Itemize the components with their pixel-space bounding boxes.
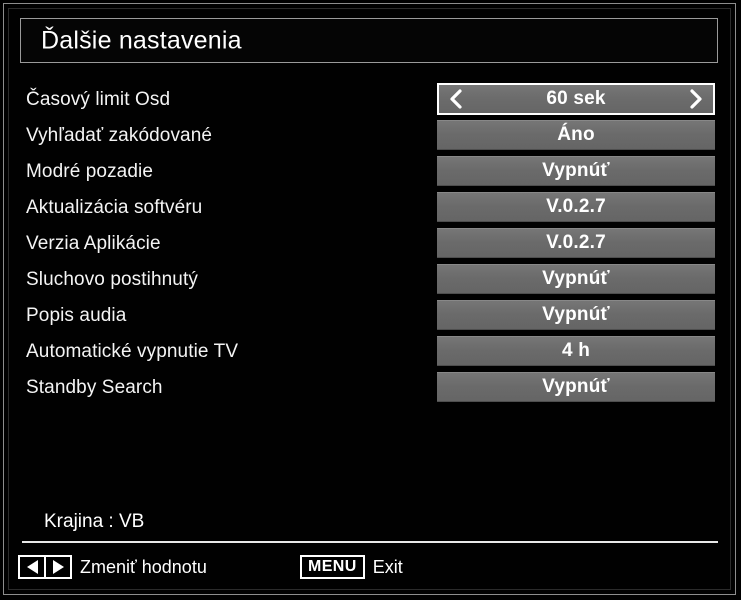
- setting-value: Vypnúť: [542, 268, 610, 289]
- page-title: Ďalšie nastavenia: [41, 26, 242, 54]
- setting-row[interactable]: Sluchovo postihnutý Vypnúť: [0, 262, 741, 298]
- setting-value: Áno: [557, 124, 595, 145]
- footer-hints: Zmeniť hodnotu MENU Exit: [0, 554, 741, 584]
- setting-value: 60 sek: [546, 88, 606, 109]
- chevron-right-icon[interactable]: [687, 88, 705, 110]
- setting-label: Sluchovo postihnutý: [26, 269, 198, 290]
- arrow-keys-group[interactable]: [18, 555, 72, 579]
- setting-value-box[interactable]: Vypnúť: [437, 372, 715, 402]
- setting-value-box[interactable]: Áno: [437, 120, 715, 150]
- setting-label: Vyhľadať zakódované: [26, 125, 213, 146]
- setting-value: V.0.2.7: [546, 196, 606, 217]
- arrow-right-icon[interactable]: [44, 557, 70, 577]
- setting-label: Modré pozadie: [26, 161, 153, 182]
- setting-row[interactable]: Automatické vypnutie TV 4 h: [0, 334, 741, 370]
- hint-change-value: Zmeniť hodnotu: [18, 554, 207, 580]
- setting-value: Vypnúť: [542, 304, 610, 325]
- setting-row[interactable]: Aktualizácia softvéru V.0.2.7: [0, 190, 741, 226]
- setting-label: Verzia Aplikácie: [26, 233, 161, 254]
- country-status: Krajina : VB: [44, 511, 145, 532]
- menu-key-button[interactable]: MENU: [300, 555, 365, 579]
- setting-value: V.0.2.7: [546, 232, 606, 253]
- change-value-label: Zmeniť hodnotu: [80, 556, 207, 577]
- tv-osd-screen: Ďalšie nastavenia Časový limit Osd 60 sek…: [0, 0, 741, 600]
- setting-value: Vypnúť: [542, 376, 610, 397]
- setting-row[interactable]: Verzia Aplikácie V.0.2.7: [0, 226, 741, 262]
- setting-row[interactable]: Modré pozadie Vypnúť: [0, 154, 741, 190]
- setting-row[interactable]: Časový limit Osd 60 sek: [0, 82, 741, 118]
- setting-label: Časový limit Osd: [26, 89, 171, 110]
- footer-divider: [22, 541, 718, 543]
- setting-label: Aktualizácia softvéru: [26, 197, 203, 218]
- setting-value: Vypnúť: [542, 160, 610, 181]
- setting-value-box[interactable]: 4 h: [437, 336, 715, 366]
- setting-value-box[interactable]: Vypnúť: [437, 300, 715, 330]
- exit-label: Exit: [372, 556, 403, 577]
- setting-label: Standby Search: [26, 377, 163, 398]
- settings-list: Časový limit Osd 60 sek Vyhľadať zakódovan…: [0, 82, 741, 406]
- setting-row[interactable]: Popis audia Vypnúť: [0, 298, 741, 334]
- setting-value-box[interactable]: V.0.2.7: [437, 192, 715, 222]
- setting-value-box[interactable]: V.0.2.7: [437, 228, 715, 258]
- setting-value-box[interactable]: Vypnúť: [437, 264, 715, 294]
- setting-value: 4 h: [561, 340, 591, 361]
- setting-value-box[interactable]: Vypnúť: [437, 156, 715, 186]
- setting-value-box[interactable]: 60 sek: [437, 83, 715, 115]
- setting-label: Automatické vypnutie TV: [26, 341, 239, 362]
- menu-key-label: MENU: [308, 558, 357, 575]
- setting-label: Popis audia: [26, 305, 127, 326]
- menu-title-box: Ďalšie nastavenia: [20, 18, 718, 63]
- hint-exit: MENU Exit: [300, 554, 403, 580]
- setting-row[interactable]: Vyhľadať zakódované Áno: [0, 118, 741, 154]
- setting-row[interactable]: Standby Search Vypnúť: [0, 370, 741, 406]
- arrow-left-icon[interactable]: [20, 557, 44, 577]
